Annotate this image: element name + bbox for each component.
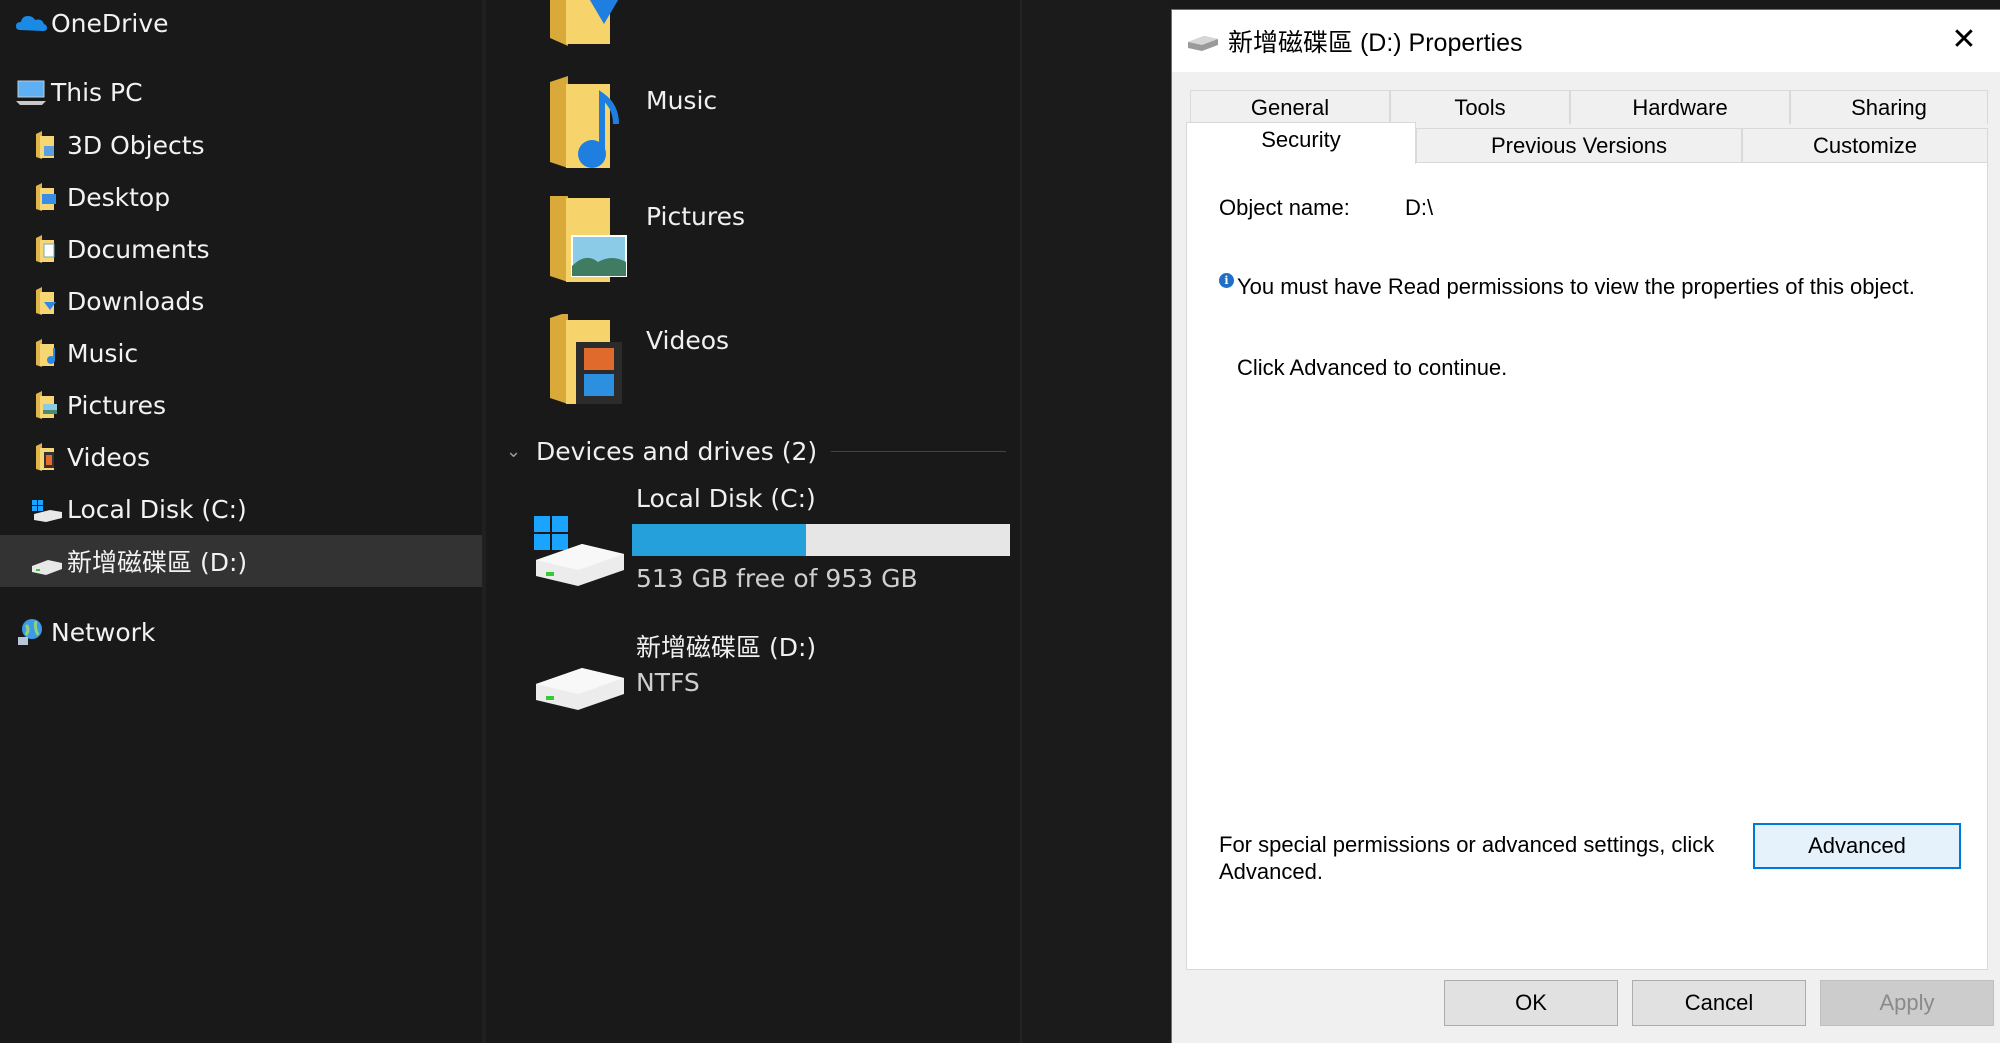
folder-videos-icon	[30, 440, 64, 474]
nav-item-music[interactable]: Music	[0, 327, 482, 379]
nav-item-pictures[interactable]: Pictures	[0, 379, 482, 431]
nav-item-onedrive[interactable]: OneDrive	[0, 0, 482, 49]
advanced-button[interactable]: Advanced	[1753, 823, 1961, 869]
folder-pictures-icon	[30, 388, 64, 422]
nav-label: Downloads	[67, 286, 205, 316]
dialog-titlebar[interactable]: 新增磁碟區 (D:) Properties ✕	[1172, 10, 2000, 72]
nav-label: 3D Objects	[67, 130, 205, 160]
nav-item-documents[interactable]: Documents	[0, 223, 482, 275]
tab-tools[interactable]: Tools	[1390, 90, 1570, 124]
drive-usage-bar-fill	[632, 524, 806, 556]
content-pane: Music Pictures Videos ⌄ Devices and driv…	[486, 0, 1020, 1043]
nav-label: Pictures	[67, 390, 166, 420]
nav-label: Videos	[67, 442, 151, 472]
nav-label: This PC	[51, 77, 143, 107]
folder-music-icon	[30, 336, 64, 370]
folder-desktop-icon	[30, 180, 64, 214]
tab-hardware[interactable]: Hardware	[1570, 90, 1790, 124]
group-header-label: Devices and drives (2)	[536, 436, 818, 466]
windows-drive-icon	[30, 492, 64, 526]
folder-item-pictures[interactable]: Pictures	[546, 196, 996, 306]
drive-icon	[30, 544, 64, 578]
nav-item-3d-objects[interactable]: 3D Objects	[0, 119, 482, 171]
group-header-divider	[831, 450, 1006, 452]
close-button[interactable]: ✕	[1946, 22, 1982, 57]
tab-security[interactable]: Security	[1186, 122, 1416, 164]
object-name-value: D:\	[1405, 195, 1434, 220]
dialog-title: 新增磁碟區 (D:) Properties	[1228, 29, 1523, 57]
nav-label: Network	[51, 617, 156, 647]
folder-3d-objects-icon	[30, 128, 64, 162]
drive-tile-d[interactable]: 新增磁碟區 (D:) NTFS	[532, 628, 1012, 718]
drive-icon	[536, 668, 624, 710]
info-icon: i	[1219, 273, 1234, 288]
nav-label: Music	[67, 338, 139, 368]
folder-documents-icon	[30, 232, 64, 266]
advanced-hint: For special permissions or advanced sett…	[1219, 832, 1715, 884]
folder-music-icon	[550, 76, 619, 168]
nav-label: OneDrive	[51, 8, 169, 38]
drive-tile-c[interactable]: Local Disk (C:) 513 GB free of 953 GB	[532, 484, 1012, 593]
folder-item-downloads[interactable]	[546, 0, 996, 60]
object-name-label: Object name:	[1219, 195, 1350, 220]
nav-item-network[interactable]: Network	[0, 606, 482, 658]
nav-label: Desktop	[67, 182, 171, 212]
nav-item-this-pc[interactable]: This PC	[0, 66, 482, 118]
folder-videos-icon	[550, 314, 622, 404]
nav-label: Local Disk (C:)	[67, 494, 247, 524]
navigation-pane: OneDrive This PC 3D Objects Desktop Docu…	[0, 0, 482, 1043]
security-panel: Object name: D:\ i You must have Read pe…	[1186, 162, 1988, 970]
drive-name: Local Disk (C:)	[636, 484, 816, 513]
drive-icon	[1186, 26, 1220, 56]
folder-item-videos[interactable]: Videos	[546, 314, 996, 424]
folder-label: Music	[646, 86, 718, 115]
nav-label: Documents	[67, 234, 210, 264]
devices-and-drives-header[interactable]: ⌄ Devices and drives (2)	[506, 434, 1006, 468]
apply-button[interactable]: Apply	[1820, 980, 1994, 1026]
network-icon	[14, 615, 48, 649]
permission-message: You must have Read permissions to view t…	[1237, 274, 1915, 299]
window-gap	[1020, 0, 1172, 1043]
folder-label: Videos	[646, 326, 730, 355]
nav-item-drive-d[interactable]: 新增磁碟區 (D:)	[0, 535, 482, 587]
folder-pictures-icon	[550, 196, 627, 282]
properties-dialog: 新增磁碟區 (D:) Properties ✕ General Tools Ha…	[1172, 10, 2000, 1043]
folder-downloads-icon	[30, 284, 64, 318]
folder-downloads-icon	[550, 0, 619, 46]
windows-drive-icon	[534, 516, 624, 586]
drive-usage-bar	[632, 524, 1010, 556]
drive-free-space: 513 GB free of 953 GB	[636, 564, 918, 593]
nav-item-local-disk-c[interactable]: Local Disk (C:)	[0, 483, 482, 535]
drive-name: 新增磁碟區 (D:)	[636, 633, 817, 662]
folder-label: Pictures	[646, 202, 745, 231]
tab-general[interactable]: General	[1190, 90, 1390, 124]
nav-item-videos[interactable]: Videos	[0, 431, 482, 483]
folder-item-music[interactable]: Music	[546, 76, 996, 186]
tab-previous-versions[interactable]: Previous Versions	[1416, 128, 1742, 162]
this-pc-icon	[14, 75, 48, 109]
tab-customize[interactable]: Customize	[1742, 128, 1988, 162]
drive-filesystem: NTFS	[636, 668, 700, 697]
nav-label: 新增磁碟區 (D:)	[67, 548, 248, 577]
nav-item-desktop[interactable]: Desktop	[0, 171, 482, 223]
onedrive-cloud-icon	[14, 6, 48, 40]
continue-message: Click Advanced to continue.	[1237, 355, 1508, 380]
ok-button[interactable]: OK	[1444, 980, 1618, 1026]
tab-sharing[interactable]: Sharing	[1790, 90, 1988, 124]
nav-item-downloads[interactable]: Downloads	[0, 275, 482, 327]
chevron-down-icon: ⌄	[506, 440, 522, 462]
cancel-button[interactable]: Cancel	[1632, 980, 1806, 1026]
